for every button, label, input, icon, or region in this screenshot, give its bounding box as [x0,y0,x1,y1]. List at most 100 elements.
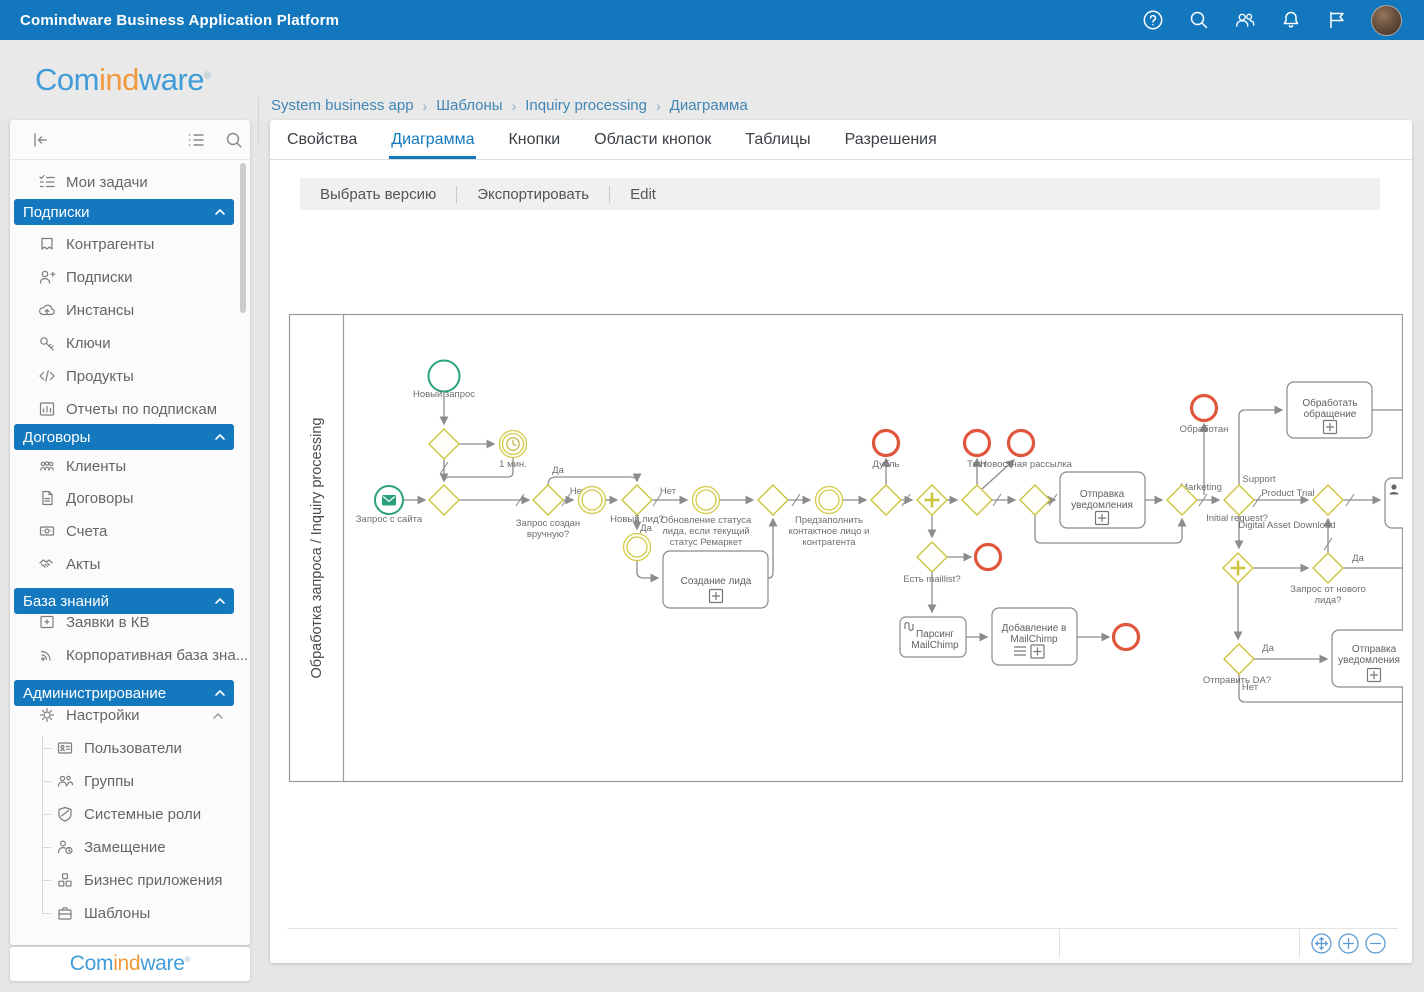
sidebar-item-keys[interactable]: Ключи [10,327,238,359]
bpmn-user-task-clipped[interactable] [1385,478,1403,528]
svg-text:Создание лида: Создание лида [681,576,752,587]
svg-text:Нет: Нет [660,486,677,497]
breadcrumb-link[interactable]: Шаблоны [436,97,502,114]
flag-icon[interactable] [1325,8,1349,32]
svg-text:Отправить DA?: Отправить DA? [1203,675,1271,686]
apps-icon [56,871,74,889]
sidebar-item-system-roles[interactable]: Системные роли [10,798,238,830]
sidebar-item-business-apps[interactable]: Бизнес приложения [10,864,238,896]
tab-buttons[interactable]: Кнопки [506,120,562,159]
bpmn-timer-event[interactable]: 1 мин. [499,431,527,471]
breadcrumb-link[interactable]: Диаграмма [670,97,748,114]
bpmn-message-start-event-site-request[interactable]: Запрос с сайта [356,486,423,525]
bpmn-gateway-2[interactable] [429,485,459,515]
bpmn-task-create-lead[interactable]: Создание лида [663,551,768,608]
breadcrumb-link[interactable]: System business app [271,97,414,114]
bpmn-start-event-new-request[interactable]: Новый запрос [413,361,475,401]
pan-icon[interactable] [1310,932,1333,955]
sidebar-item-users[interactable]: Пользователи [10,732,238,764]
bpmn-end-event-duplicate[interactable]: Дубль [872,431,899,471]
breadcrumb-link[interactable]: Inquiry processing [525,97,647,114]
bpmn-intermediate-event-1[interactable] [579,487,606,514]
edit-button[interactable]: Edit [610,186,676,203]
tab-diagram[interactable]: Диаграмма [389,120,476,159]
chevron-up-icon [214,688,226,698]
bpmn-end-event-newsletter[interactable]: Новостная рассылка [980,431,1073,471]
list-view-icon[interactable] [185,129,207,151]
sidebar-item-subscription-reports[interactable]: Отчеты по подпискам [10,393,238,425]
sidebar-section-subscriptions[interactable]: Подписки [14,199,234,225]
zoom-in-icon[interactable] [1337,932,1360,955]
sidebar-item-instances[interactable]: Инстансы [10,294,238,326]
bell-icon[interactable] [1279,8,1303,32]
sidebar-item-my-tasks[interactable]: Мои задачи [10,166,238,198]
sidebar-scrollbar[interactable] [240,163,246,313]
bpmn-gateway-10[interactable] [1313,485,1343,515]
svg-text:Обновление статуса: Обновление статуса [661,515,752,526]
svg-text:Парсинг: Парсинг [916,629,954,640]
sidebar: Мои задачи Подписки Контрагенты Подписки… [10,120,250,945]
zoom-out-icon[interactable] [1364,932,1387,955]
bpmn-gateway-7[interactable] [1020,485,1050,515]
bpmn-end-event-mailchimp[interactable] [1114,625,1139,650]
bpmn-canvas[interactable]: Обработка запроса / Inquiry processing [287,313,1403,783]
sidebar-item-substitution[interactable]: Замещение [10,831,238,863]
sidebar-item-counterparties[interactable]: Контрагенты [10,228,238,260]
svg-text:Новый запрос: Новый запрос [413,389,475,400]
page: Comindware Business Application Platform… [0,0,1424,992]
bpmn-gateway-4[interactable] [758,485,788,515]
sidebar-item-groups[interactable]: Группы [10,765,238,797]
svg-text:вручную?: вручную? [527,529,569,540]
bpmn-intermediate-event-prefill[interactable]: Предзаполнить контактное лицо и контраге… [789,487,870,549]
bpmn-gateway-send-da[interactable]: Отправить DA? [1203,644,1271,686]
sidebar-item-acts[interactable]: Акты [10,548,238,580]
collapse-sidebar-icon[interactable] [29,129,51,151]
help-icon[interactable] [1141,8,1165,32]
svg-text:Есть maillist?: Есть maillist? [903,574,960,585]
sidebar-item-kb-requests[interactable]: Заявки в КВ [10,606,238,638]
broadcast-icon [38,646,56,664]
svg-text:Да: Да [552,465,564,476]
sidebar-item-corporate-kb[interactable]: Корпоративная база зна... [10,639,238,671]
export-button[interactable]: Экспортировать [457,186,609,203]
sidebar-section-contracts[interactable]: Договоры [14,424,234,450]
user-avatar[interactable] [1371,5,1402,36]
sidebar-item-invoices[interactable]: Счета [10,515,238,547]
sidebar-item-clients[interactable]: Клиенты [10,450,238,482]
tab-button-areas[interactable]: Области кнопок [592,120,713,159]
bpmn-end-event-maillist[interactable] [976,545,1001,570]
users-icon[interactable] [1233,8,1257,32]
sidebar-item-products[interactable]: Продукты [10,360,238,392]
counterparty-icon [38,235,56,253]
sidebar-item-subscriptions[interactable]: Подписки [10,261,238,293]
bpmn-gateway-maillist[interactable]: Есть maillist? [903,542,960,585]
tab-permissions[interactable]: Разрешения [843,120,939,159]
tab-tables[interactable]: Таблицы [743,120,812,159]
select-version-button[interactable]: Выбрать версию [300,186,456,203]
bpmn-gateway-1[interactable] [429,429,459,459]
search-icon[interactable] [1187,8,1211,32]
svg-text:статус Ремаркет: статус Ремаркет [670,537,743,548]
bpmn-parallel-gateway-1[interactable] [917,485,947,515]
bpmn-task-send-notification[interactable]: Отправка уведомления [1060,472,1145,528]
tab-properties[interactable]: Свойства [285,120,359,159]
bpmn-gateway-new-lead[interactable]: Новый лид? [610,485,664,525]
app-title: Comindware Business Application Platform [20,12,339,29]
svg-text:Initial request?: Initial request? [1206,513,1268,524]
top-bar: Comindware Business Application Platform [0,0,1424,40]
bpmn-gateway-6[interactable] [962,485,992,515]
bpmn-task-send-da-notification[interactable]: Отправка уведомления D [1332,630,1403,687]
comindware-logo[interactable]: Comindware® [35,62,211,98]
sidebar-search-icon[interactable] [223,129,245,151]
bpmn-parallel-gateway-2[interactable] [1223,553,1253,583]
bpmn-gateway-5[interactable] [871,485,901,515]
bpmn-task-process-case[interactable]: Обработать обращение [1287,382,1372,438]
bpmn-end-event-processed[interactable]: Обработан [1180,396,1229,436]
briefcase-icon [56,904,74,922]
sidebar-item-templates[interactable]: Шаблоны [10,897,238,929]
sidebar-item-contracts[interactable]: Договоры [10,482,238,514]
sidebar-item-settings[interactable]: Настройки [10,699,238,731]
bpmn-intermediate-event-lead[interactable] [624,534,651,561]
bpmn-task-add-mailchimp[interactable]: Добавление в MailChimp [992,608,1077,665]
bpmn-task-parse-mailchimp[interactable]: Парсинг MailChimp [900,617,966,657]
